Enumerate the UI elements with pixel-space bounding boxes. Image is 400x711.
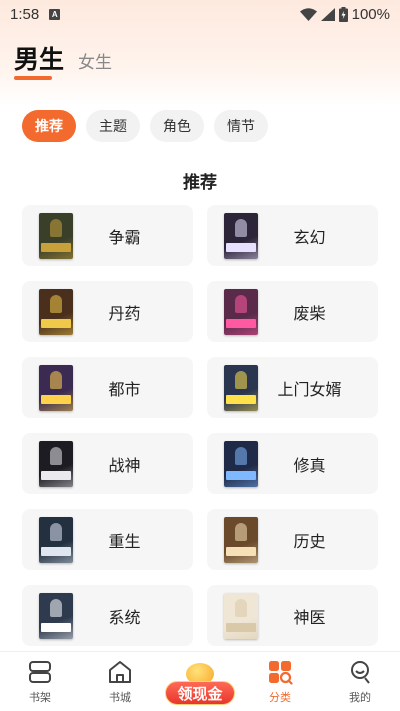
status-time: 1:58 bbox=[10, 5, 40, 23]
category-card[interactable]: 都市 bbox=[22, 357, 193, 418]
book-cover bbox=[39, 440, 73, 487]
nav-bookshelf[interactable]: 书架 bbox=[0, 652, 80, 711]
book-cover bbox=[224, 212, 258, 259]
category-card[interactable]: 历史 bbox=[207, 509, 378, 570]
category-card[interactable]: 丹药 bbox=[22, 281, 193, 342]
category-card[interactable]: 废柴 bbox=[207, 281, 378, 342]
get-cash-promo: 领现金 bbox=[165, 659, 235, 709]
nav-label: 书城 bbox=[109, 691, 131, 704]
book-cover bbox=[39, 364, 73, 411]
section-title: 推荐 bbox=[183, 173, 217, 193]
wifi-icon bbox=[299, 7, 317, 21]
nav-profile[interactable]: 我的 bbox=[320, 652, 400, 711]
category-label: 神医 bbox=[293, 607, 326, 627]
status-bar: 1:58 A 100% bbox=[0, 0, 400, 28]
category-icon bbox=[269, 661, 293, 685]
category-card[interactable]: 战神 bbox=[22, 433, 193, 494]
nav-label: 分类 bbox=[269, 691, 291, 704]
category-card[interactable]: 玄幻 bbox=[207, 205, 378, 266]
tab-female[interactable]: 女生 bbox=[78, 48, 112, 76]
nav-label: 我的 bbox=[349, 691, 371, 704]
book-cover bbox=[224, 592, 258, 639]
battery-percent: 100% bbox=[351, 5, 390, 23]
bottom-nav: 书架 书城 领现金 分类 我的 bbox=[0, 651, 400, 711]
category-label: 系统 bbox=[108, 607, 141, 627]
signal-icon bbox=[320, 7, 335, 21]
notification-icon: A bbox=[49, 8, 61, 20]
nav-category[interactable]: 分类 bbox=[240, 652, 320, 711]
get-cash-label: 领现金 bbox=[165, 681, 235, 705]
battery-icon bbox=[338, 6, 348, 22]
category-label: 争霸 bbox=[108, 227, 141, 247]
category-label: 都市 bbox=[108, 379, 141, 399]
home-icon bbox=[109, 661, 131, 683]
book-cover bbox=[39, 212, 73, 259]
book-cover bbox=[224, 516, 258, 563]
category-card[interactable]: 争霸 bbox=[22, 205, 193, 266]
active-tab-indicator bbox=[14, 76, 52, 80]
book-cover bbox=[39, 516, 73, 563]
nav-bookstore[interactable]: 书城 bbox=[80, 652, 160, 711]
category-card[interactable]: 上门女婿 bbox=[207, 357, 378, 418]
nav-label: 书架 bbox=[29, 691, 51, 704]
category-card[interactable]: 系统 bbox=[22, 585, 193, 646]
book-cover bbox=[39, 288, 73, 335]
category-label: 废柴 bbox=[293, 303, 326, 323]
category-label: 历史 bbox=[293, 531, 326, 551]
category-label: 战神 bbox=[108, 455, 141, 475]
filter-chip-role[interactable]: 角色 bbox=[150, 110, 204, 142]
tab-male[interactable]: 男生 bbox=[14, 40, 64, 76]
category-label: 修真 bbox=[293, 455, 326, 475]
status-right: 100% bbox=[299, 5, 390, 23]
bookshelf-icon bbox=[29, 661, 51, 683]
category-label: 丹药 bbox=[108, 303, 141, 323]
book-cover bbox=[39, 592, 73, 639]
profile-icon bbox=[351, 661, 370, 684]
filter-chip-theme[interactable]: 主题 bbox=[86, 110, 140, 142]
gender-tabs: 男生 女生 bbox=[14, 40, 112, 76]
filter-chip-plot[interactable]: 情节 bbox=[214, 110, 268, 142]
category-card[interactable]: 神医 bbox=[207, 585, 378, 646]
filter-chip-recommended[interactable]: 推荐 bbox=[22, 110, 76, 142]
category-grid: 争霸 玄幻 丹药 废柴 都市 上门女婿 战神 修真 重生 历史 系统 神医 bbox=[22, 205, 378, 646]
nav-get-cash[interactable]: 领现金 bbox=[160, 652, 240, 711]
book-cover bbox=[224, 288, 258, 335]
category-card[interactable]: 重生 bbox=[22, 509, 193, 570]
filter-chips: 推荐 主题 角色 情节 bbox=[22, 110, 268, 142]
category-label: 上门女婿 bbox=[277, 379, 342, 399]
category-card[interactable]: 修真 bbox=[207, 433, 378, 494]
book-cover bbox=[224, 440, 258, 487]
category-label: 重生 bbox=[108, 531, 141, 551]
category-label: 玄幻 bbox=[293, 227, 326, 247]
book-cover bbox=[224, 364, 258, 411]
